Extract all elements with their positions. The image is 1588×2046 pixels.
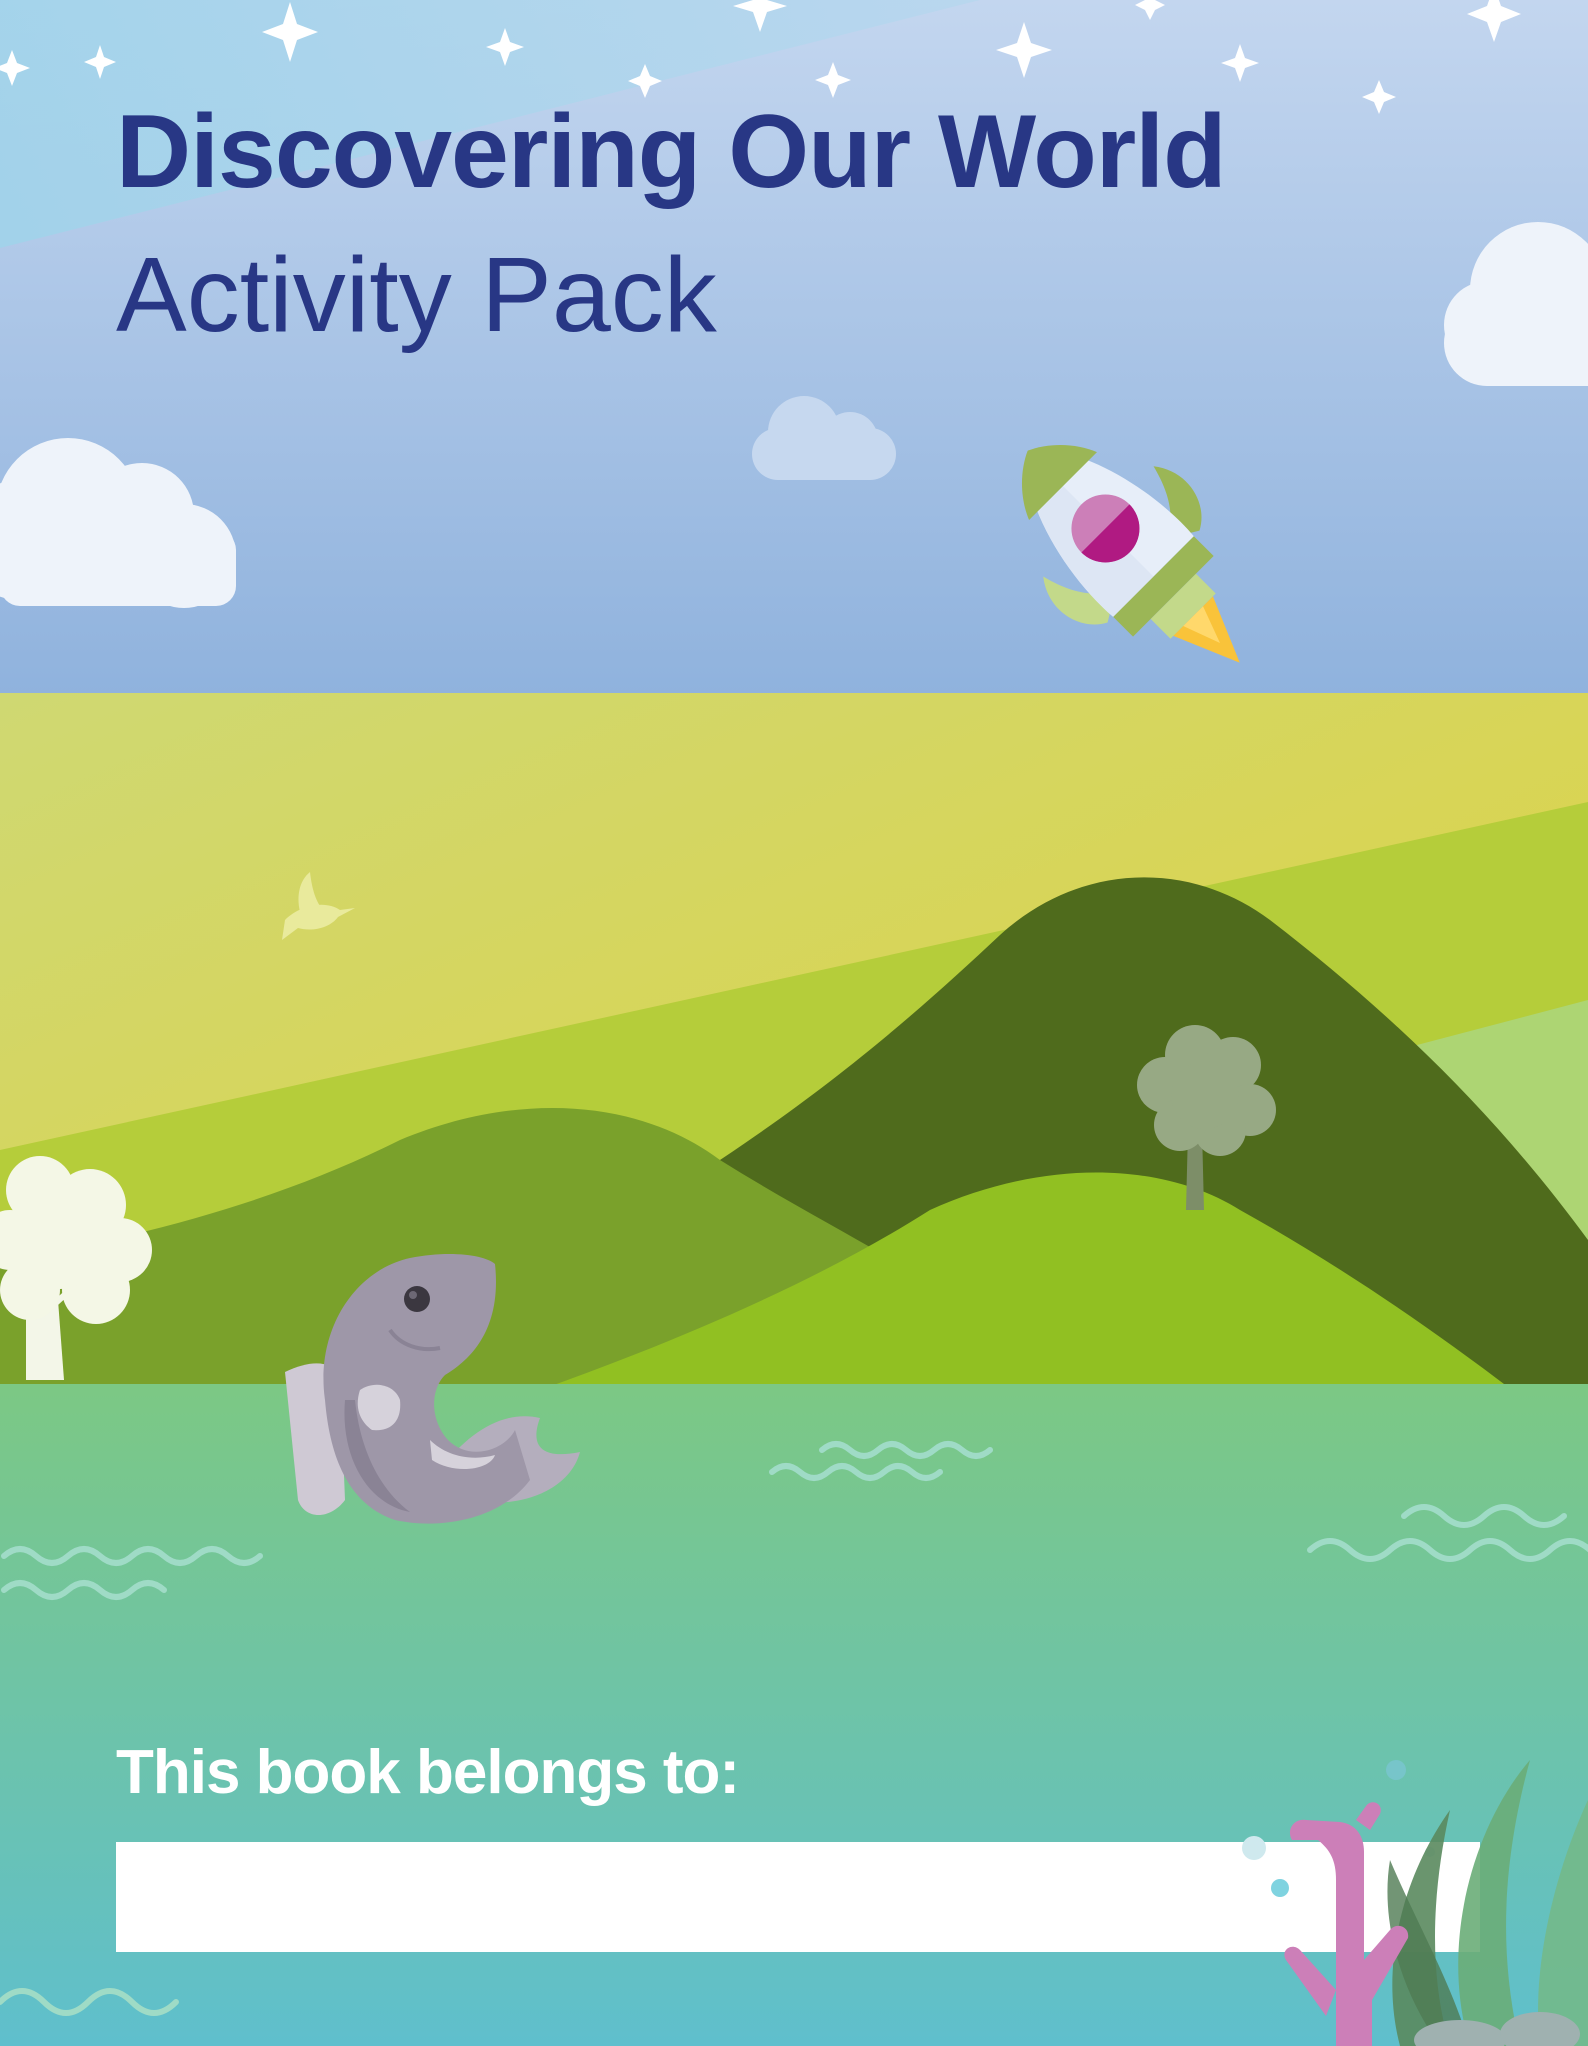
- cover-subtitle: Activity Pack: [116, 236, 717, 354]
- activity-pack-cover: Discovering Our World Activity Pack This…: [0, 0, 1588, 2046]
- belongs-to-label: This book belongs to:: [116, 1738, 740, 1807]
- cover-title: Discovering Our World: [116, 94, 1227, 210]
- owner-name-field[interactable]: [116, 1842, 1480, 1952]
